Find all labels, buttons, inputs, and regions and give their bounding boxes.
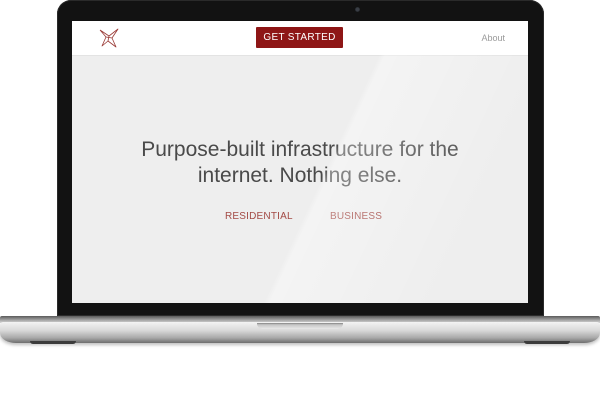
get-started-button[interactable]: GET STARTED — [256, 27, 343, 48]
site-header: GET STARTED About — [72, 21, 528, 56]
nav-about-link[interactable]: About — [481, 33, 505, 43]
laptop-opening-notch — [257, 323, 343, 329]
hero-headline-line2: internet. Nothing else. — [197, 164, 403, 187]
bird-logo-icon[interactable] — [98, 27, 120, 49]
laptop-foot-right — [524, 341, 570, 344]
hero-headline-line1: Purpose-built infrastructure for the — [141, 138, 459, 161]
laptop-mockup: GET STARTED About Purpose-built infrastr… — [0, 0, 600, 407]
business-link[interactable]: BUSINESS — [330, 211, 382, 222]
laptop-foot-left — [30, 341, 76, 344]
hero-headline: Purpose-built infrastructure for the int… — [112, 137, 488, 189]
residential-link[interactable]: RESIDENTIAL — [225, 211, 293, 222]
browser-screen: GET STARTED About Purpose-built infrastr… — [72, 21, 528, 303]
camera-icon — [355, 7, 360, 12]
